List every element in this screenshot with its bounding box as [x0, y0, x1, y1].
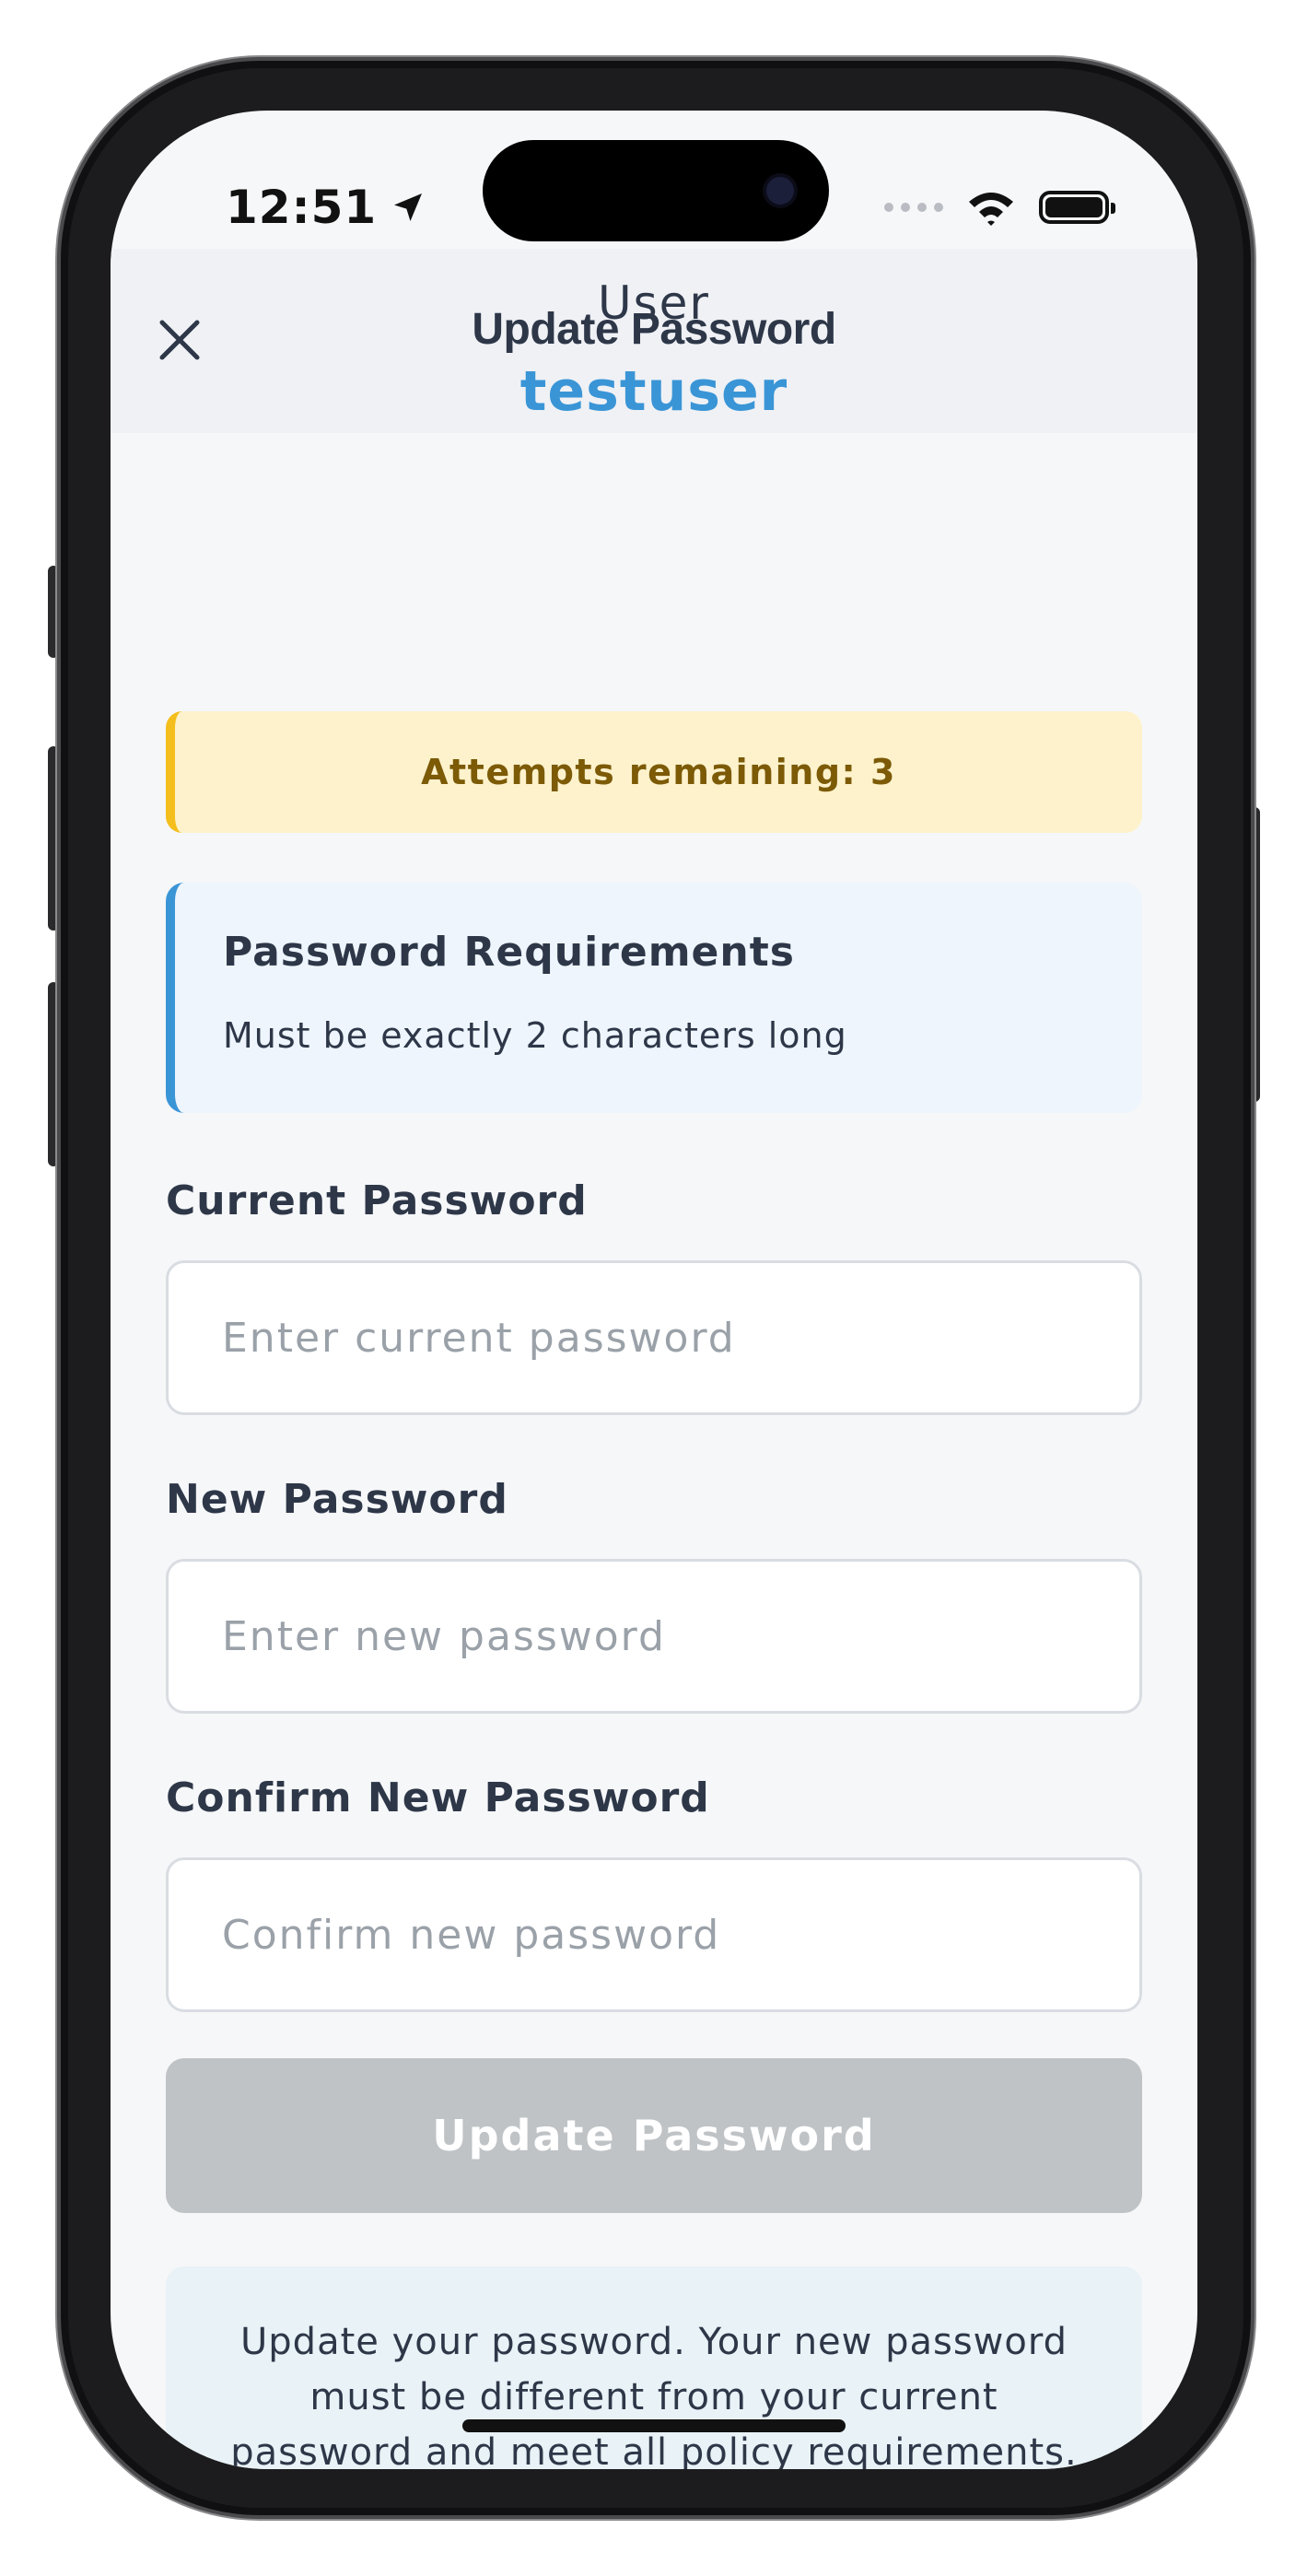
wifi-icon: [969, 193, 1013, 226]
user-caption: User: [598, 276, 710, 330]
cellular-signal-icon: [884, 203, 943, 212]
info-box: Update your password. Your new password …: [166, 2266, 1142, 2469]
dynamic-island: [483, 140, 829, 241]
password-requirements-box: Password Requirements Must be exactly 2 …: [166, 883, 1142, 1113]
requirements-title: Password Requirements: [223, 929, 795, 976]
home-indicator[interactable]: [462, 2419, 846, 2432]
requirements-text: Must be exactly 2 characters long: [223, 1015, 847, 1056]
battery-icon: [1039, 191, 1115, 224]
current-password-label: Current Password: [166, 1177, 588, 1224]
status-time-text: 12:51: [226, 181, 378, 234]
update-password-button[interactable]: Update Password: [166, 2058, 1142, 2213]
attempts-remaining-text: Attempts remaining: 3: [421, 752, 896, 792]
confirm-password-input[interactable]: [166, 1857, 1142, 2012]
username: testuser: [519, 359, 788, 424]
location-arrow-icon: [394, 193, 423, 221]
attempts-remaining-banner: Attempts remaining: 3: [166, 711, 1142, 833]
new-password-input[interactable]: [166, 1559, 1142, 1714]
current-password-input[interactable]: [166, 1260, 1142, 1415]
status-bar-right: [884, 166, 1115, 249]
phone-screen: 12:51 Update Password User testuser Atte…: [111, 111, 1197, 2469]
confirm-password-label: Confirm New Password: [166, 1774, 710, 1821]
status-bar-time: 12:51: [226, 166, 426, 249]
info-text: Update your password. Your new password …: [230, 2321, 1078, 2469]
new-password-label: New Password: [166, 1476, 508, 1523]
front-camera: [766, 177, 794, 205]
